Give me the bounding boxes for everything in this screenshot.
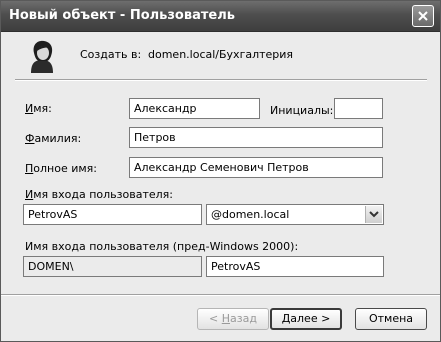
first-name-label-rest: мя: [33, 102, 52, 115]
full-name-field[interactable]: Александр Семенович Петров [129, 157, 383, 178]
initials-label: Инициалы: [270, 104, 334, 117]
next-button-rest: алее [290, 312, 318, 325]
back-button[interactable]: < Назад [197, 308, 269, 330]
initials-field[interactable] [334, 98, 383, 119]
back-button-accel: Н [221, 312, 231, 325]
header-separator [15, 79, 427, 81]
domain-select[interactable]: @domen.local [206, 204, 384, 225]
pre2000-logon-field[interactable]: PetrovAS [206, 256, 384, 277]
next-button-symbol: > [321, 312, 331, 325]
title-bar[interactable]: Новый объект - Пользователь [1, 1, 440, 32]
pre2000-domain-field: DOMEN\ [23, 256, 202, 277]
logon-name-field[interactable]: PetrovAS [23, 204, 202, 225]
first-name-label-accel: И [25, 102, 34, 115]
chevron-down-icon [369, 211, 379, 218]
logon-name-label-rest: мя входа пользователя: [33, 188, 173, 201]
cancel-button[interactable]: Отмена [355, 308, 427, 330]
full-name-label: Полное имя: [25, 162, 97, 175]
next-button-accel: Д [281, 312, 291, 325]
first-name-label: Имя: [25, 102, 52, 115]
window-title: Новый объект - Пользователь [9, 8, 235, 23]
domain-select-value: @domen.local [211, 208, 290, 221]
user-icon [31, 40, 53, 73]
back-button-rest: азад [230, 312, 257, 325]
next-button[interactable]: Далее > [270, 308, 342, 330]
dialog-window: Новый объект - Пользователь Создать в: d… [0, 0, 441, 342]
close-button[interactable] [412, 5, 434, 27]
last-name-label: Фамилия: [25, 132, 81, 145]
logon-name-label: Имя входа пользователя: [25, 188, 173, 201]
last-name-field[interactable]: Петров [129, 127, 383, 148]
create-in-path: domen.local/Бухгалтерия [148, 48, 294, 61]
logon-pre2000-label: Имя входа пользователя (пред-Windows 200… [25, 240, 299, 253]
close-icon [418, 11, 428, 21]
first-name-field[interactable]: Александр [129, 98, 260, 119]
back-button-symbol: < [209, 312, 219, 325]
logon-name-label-accel: И [25, 188, 34, 201]
last-name-label-rest: амилия: [34, 132, 82, 145]
full-name-label-rest: олное имя: [33, 162, 97, 175]
create-in-label: Создать в: [80, 48, 142, 61]
domain-dropdown-button[interactable] [365, 206, 382, 223]
footer-separator [1, 294, 440, 296]
